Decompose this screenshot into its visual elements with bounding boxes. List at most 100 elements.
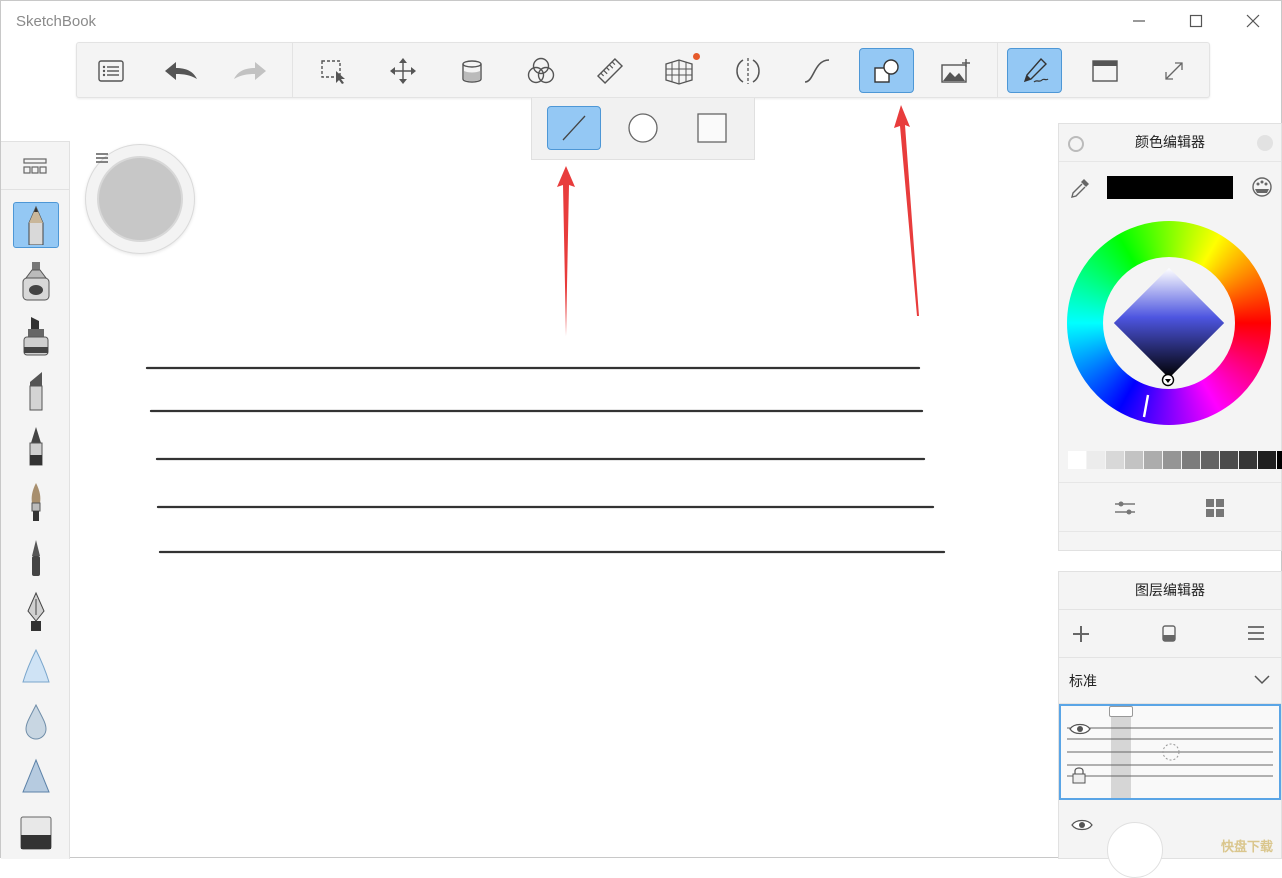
color-history-icon[interactable] <box>1067 135 1085 153</box>
close-button[interactable] <box>1233 9 1273 35</box>
airbrush-brush[interactable] <box>13 258 59 304</box>
pencil-brush[interactable] <box>13 202 59 248</box>
annotation-arrow <box>894 105 919 316</box>
menu-icon[interactable] <box>95 152 109 164</box>
line-icon <box>562 115 586 141</box>
gray-swatch[interactable] <box>1163 451 1181 469</box>
toolbar-separator <box>292 43 293 97</box>
color-wheel[interactable] <box>1067 221 1271 425</box>
value-marker[interactable] <box>1161 373 1175 387</box>
brush-palette-header[interactable] <box>1 142 69 190</box>
add-image-button[interactable] <box>928 48 983 93</box>
curve-button[interactable] <box>789 48 844 93</box>
ruler-icon <box>596 57 623 84</box>
nib-pen-brush[interactable] <box>13 589 59 635</box>
gray-swatch[interactable] <box>1182 451 1200 469</box>
gray-swatch[interactable] <box>1144 451 1162 469</box>
undo-button[interactable] <box>153 48 208 93</box>
paint-brush[interactable] <box>13 479 59 525</box>
canvas-drawing[interactable] <box>141 356 961 566</box>
perspective-icon <box>664 58 693 85</box>
layer-thumbnail-active[interactable] <box>1059 704 1281 800</box>
hue-marker[interactable] <box>1141 393 1151 419</box>
gray-swatch[interactable] <box>1087 451 1105 469</box>
blend-mode-label: 标准 <box>1069 674 1097 690</box>
square-icon <box>697 113 727 143</box>
eraser-icon <box>20 816 52 850</box>
paintbrush-icon <box>31 483 41 521</box>
watermark-text: 快盘下载 <box>1221 840 1274 855</box>
marker-icon <box>23 317 49 356</box>
color-circles-button[interactable] <box>513 48 568 93</box>
fill-button[interactable] <box>444 48 499 93</box>
layer-menu-icon[interactable] <box>1247 625 1265 641</box>
brush-grid-icon <box>23 157 47 174</box>
move-icon <box>389 57 416 84</box>
brush-pen-button[interactable] <box>1007 48 1062 93</box>
minimize-icon <box>1133 20 1145 22</box>
marker-brush[interactable] <box>13 313 59 359</box>
gray-swatch[interactable] <box>1239 451 1257 469</box>
smear-brush[interactable] <box>13 644 59 690</box>
layer-editor-title: 图层编辑器 <box>1135 583 1205 599</box>
minimize-button[interactable] <box>1119 9 1159 35</box>
layer-preview-lines <box>1067 727 1273 777</box>
gray-swatch[interactable] <box>1258 451 1276 469</box>
redo-icon <box>233 61 266 80</box>
ink-pen-icon <box>29 427 43 466</box>
pencil-icon <box>28 205 44 245</box>
shapes-button[interactable] <box>859 48 914 93</box>
select-button[interactable] <box>306 48 361 93</box>
redo-button[interactable] <box>222 48 277 93</box>
main-toolbar <box>76 42 1210 98</box>
gray-swatch[interactable] <box>1106 451 1124 469</box>
eyedropper-icon[interactable] <box>1069 177 1091 199</box>
gray-swatch[interactable] <box>1220 451 1238 469</box>
eye-icon[interactable] <box>1069 722 1091 736</box>
rectangle-shape-button[interactable] <box>685 106 739 150</box>
blur-brush[interactable] <box>13 699 59 745</box>
fullscreen-button[interactable] <box>1146 48 1201 93</box>
sliders-icon[interactable] <box>1113 498 1137 518</box>
transform-button[interactable] <box>375 48 430 93</box>
panel-collapse-knob[interactable] <box>1257 135 1273 151</box>
bucket-icon <box>461 59 482 83</box>
current-color-swatch[interactable] <box>1107 176 1233 199</box>
triangle-brush-icon <box>22 648 50 683</box>
palette-icon[interactable] <box>1251 176 1273 198</box>
gray-swatch[interactable] <box>1277 451 1282 469</box>
chisel-brush[interactable] <box>13 368 59 414</box>
circle-icon <box>628 113 658 143</box>
clear-layer-icon[interactable] <box>1160 624 1178 644</box>
add-layer-icon[interactable] <box>1071 624 1091 644</box>
ellipse-shape-button[interactable] <box>616 106 670 150</box>
brush-list-button[interactable] <box>83 48 138 93</box>
perspective-button[interactable] <box>651 48 706 93</box>
eye-icon[interactable] <box>1071 818 1093 832</box>
shapes-icon <box>873 58 899 83</box>
lock-icon[interactable] <box>1071 766 1087 784</box>
gray-swatch[interactable] <box>1125 451 1143 469</box>
maximize-icon <box>1189 14 1203 28</box>
gray-swatch[interactable] <box>1201 451 1219 469</box>
layer-background-swatch <box>1107 822 1163 878</box>
ruler-button[interactable] <box>582 48 637 93</box>
brush-palette <box>1 141 70 859</box>
gray-swatch[interactable] <box>1068 451 1086 469</box>
blend-mode-row[interactable]: 标准 <box>1059 658 1281 704</box>
brush-puck[interactable] <box>85 144 195 254</box>
eraser-brush[interactable] <box>13 809 59 855</box>
color-circles-icon <box>527 57 554 83</box>
sharpen-brush[interactable] <box>13 754 59 800</box>
shape-popup <box>531 98 755 160</box>
ink-pen-brush[interactable] <box>13 423 59 469</box>
maximize-button[interactable] <box>1176 9 1216 35</box>
line-shape-button[interactable] <box>547 106 601 150</box>
grid-icon[interactable] <box>1205 498 1225 518</box>
layer-editor-panel: 图层编辑器 标准 快盘下载 <box>1058 571 1282 878</box>
fine-pen-brush[interactable] <box>13 534 59 580</box>
cone-icon <box>22 758 50 793</box>
toolbar-separator <box>997 43 998 97</box>
symmetry-button[interactable] <box>720 48 775 93</box>
window-button[interactable] <box>1077 48 1132 93</box>
